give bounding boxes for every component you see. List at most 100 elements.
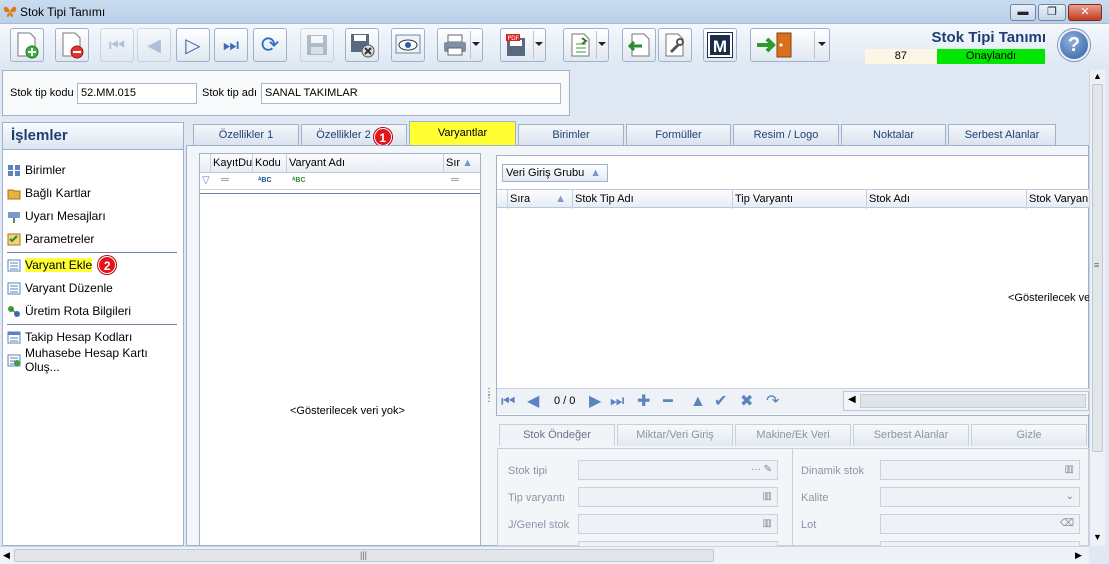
minimize-icon: ▬: [1017, 6, 1029, 18]
genel-stok-input[interactable]: ▥: [578, 514, 778, 534]
filter-row[interactable]: ▽ ═ ᴬBC ᴬBC ═: [200, 174, 480, 190]
text-filter-icon: ᴬBC: [258, 177, 272, 184]
tab-varyantlar[interactable]: Varyantlar: [409, 121, 516, 146]
new-record-button[interactable]: [10, 28, 44, 62]
exit-button[interactable]: [750, 28, 830, 62]
m-module-button[interactable]: M: [703, 28, 737, 62]
splitter-handle[interactable]: ⋮⋮: [484, 388, 494, 410]
column-header[interactable]: Stok Varyan: [1027, 190, 1089, 209]
tab-makine-ek-veri[interactable]: Makine/Ek Veri: [735, 424, 851, 446]
next-record-button[interactable]: ▷: [176, 28, 210, 62]
refresh-button[interactable]: ⟳: [253, 28, 287, 62]
stok-tipi-input[interactable]: ··· ✎: [578, 460, 778, 480]
column-header[interactable]: Stok Adı: [867, 190, 1027, 209]
tab-serbest-alanlar-detail[interactable]: Serbest Alanlar: [853, 424, 969, 446]
field-label: Stok tipi: [508, 465, 548, 477]
scroll-thumb[interactable]: |||: [14, 549, 714, 562]
import-button[interactable]: [622, 28, 656, 62]
save-button[interactable]: [300, 28, 334, 62]
grid-icon: [8, 164, 20, 176]
step-badge: 2: [98, 256, 117, 274]
tab-miktar-veri-giris[interactable]: Miktar/Veri Giriş: [617, 424, 733, 446]
group-by-button[interactable]: Veri Giriş Grubu ▲: [502, 164, 608, 182]
add-icon[interactable]: ✚: [637, 393, 650, 411]
tab-gizle[interactable]: Gizle: [971, 424, 1087, 446]
last-record-button[interactable]: ⏭: [214, 28, 248, 62]
maximize-button[interactable]: ❐: [1038, 4, 1066, 21]
tab-resim-logo[interactable]: Resim / Logo: [733, 124, 839, 145]
route-icon: [8, 305, 20, 317]
preview-button[interactable]: [391, 28, 425, 62]
operations-item-takip-hesap[interactable]: Takip Hesap Kodları: [7, 327, 183, 347]
operations-item-varyant-ekle[interactable]: Varyant Ekle 2: [7, 255, 183, 275]
column-header[interactable]: Kodu: [253, 154, 287, 173]
previous-icon[interactable]: ◀: [527, 393, 539, 411]
pdf-export-button[interactable]: PDF: [500, 28, 546, 62]
operations-item-parametreler[interactable]: Parametreler: [7, 229, 183, 249]
tab-serbest-alanlar[interactable]: Serbest Alanlar: [948, 124, 1056, 145]
window-titlebar: Stok Tipi Tanımı ▬ ❐ ✕: [0, 0, 1109, 24]
edit-icon[interactable]: ▲: [690, 393, 706, 411]
print-button[interactable]: [437, 28, 483, 62]
first-icon[interactable]: ⏮: [501, 393, 515, 411]
tab-noktalar[interactable]: Noktalar: [841, 124, 946, 145]
chevron-down-icon: ⌄: [1065, 491, 1074, 502]
close-button[interactable]: ✕: [1068, 4, 1102, 21]
stock-type-name-label: Stok tip adı: [202, 87, 258, 99]
horizontal-scrollbar[interactable]: ◀ ||| ▶: [0, 546, 1089, 564]
tab-formuller[interactable]: Formüller: [626, 124, 731, 145]
kalite-input[interactable]: ⌄: [880, 487, 1080, 507]
tools-button[interactable]: [658, 28, 692, 62]
stock-type-code-input[interactable]: 52.MM.015: [77, 83, 197, 104]
tab-birimler[interactable]: Birimler: [518, 124, 624, 145]
operations-item-uretim-rota[interactable]: Üretim Rota Bilgileri: [7, 301, 183, 321]
column-header[interactable]: Tip Varyantı: [733, 190, 867, 209]
field-label: Dinamik stok: [801, 465, 864, 477]
dinamik-stok-input[interactable]: ▥: [880, 460, 1080, 480]
save-close-button[interactable]: [345, 28, 379, 62]
exit-door-icon: [757, 32, 792, 58]
cancel-icon[interactable]: ✖: [740, 393, 753, 411]
window-title: Stok Tipi Tanımı: [20, 5, 106, 19]
tab-ozellikler-1[interactable]: Özellikler 1: [193, 124, 299, 145]
next-icon[interactable]: ▶: [589, 393, 601, 411]
help-button[interactable]: ?: [1058, 29, 1090, 61]
column-header[interactable]: Sır ▲: [444, 154, 481, 173]
column-header[interactable]: Stok Tip Adı: [573, 190, 733, 209]
operations-item-birimler[interactable]: Birimler: [7, 160, 183, 180]
wrench-icon: [665, 33, 684, 57]
sort-asc-icon: ▲: [590, 167, 601, 179]
remove-icon[interactable]: ━: [663, 393, 673, 411]
operations-item-muhasebe-hesap[interactable]: Muhasebe Hesap Kartı Oluş...: [7, 346, 183, 374]
excel-export-button[interactable]: [563, 28, 609, 62]
scroll-thumb[interactable]: [860, 394, 1086, 408]
operations-item-uyari-mesajlari[interactable]: Uyarı Mesajları: [7, 206, 183, 226]
entry-grid-header: Sıra ▲ Stok Tip Adı Tip Varyantı Stok Adı…: [497, 189, 1089, 209]
operations-item-bagli-kartlar[interactable]: Bağlı Kartlar: [7, 183, 183, 203]
checklist-icon: [7, 233, 21, 245]
minimize-button[interactable]: ▬: [1010, 4, 1036, 21]
first-record-button[interactable]: ⏮: [100, 28, 134, 62]
ledger-icon: [7, 331, 21, 343]
column-header[interactable]: Varyant Adı: [287, 154, 444, 173]
stock-type-name-input[interactable]: SANAL TAKIMLAR: [261, 83, 561, 104]
previous-record-button[interactable]: ◀: [137, 28, 171, 62]
grid-horizontal-scrollbar[interactable]: ◀: [843, 391, 1089, 411]
vertical-scrollbar[interactable]: ▲ ≡ ▼: [1089, 70, 1105, 546]
last-icon[interactable]: ⏭: [610, 393, 624, 411]
refresh-icon[interactable]: ↷: [766, 393, 779, 411]
column-header[interactable]: KayıtDu: [211, 154, 253, 173]
check-icon[interactable]: ✔: [714, 393, 727, 411]
operations-item-varyant-duzenle[interactable]: Varyant Düzenle: [7, 278, 183, 298]
tab-ozellikler-2[interactable]: Özellikler 21: [301, 124, 407, 146]
column-header[interactable]: Sıra ▲: [508, 190, 573, 209]
delete-record-button[interactable]: [55, 28, 89, 62]
scroll-thumb[interactable]: ≡: [1092, 84, 1103, 452]
first-icon: ⏮: [108, 34, 126, 55]
lot-input[interactable]: ⌫: [880, 514, 1080, 534]
tip-varyanti-input[interactable]: ▥: [578, 487, 778, 507]
filter-icon: ▽: [202, 175, 210, 186]
variant-grid[interactable]: KayıtDu Kodu Varyant Adı Sır ▲ ▽ ═ ᴬBC ᴬB…: [199, 153, 481, 546]
eraser-icon: ⌫: [1059, 518, 1074, 529]
tab-stok-ondeger[interactable]: Stok Öndeğer: [499, 424, 615, 446]
